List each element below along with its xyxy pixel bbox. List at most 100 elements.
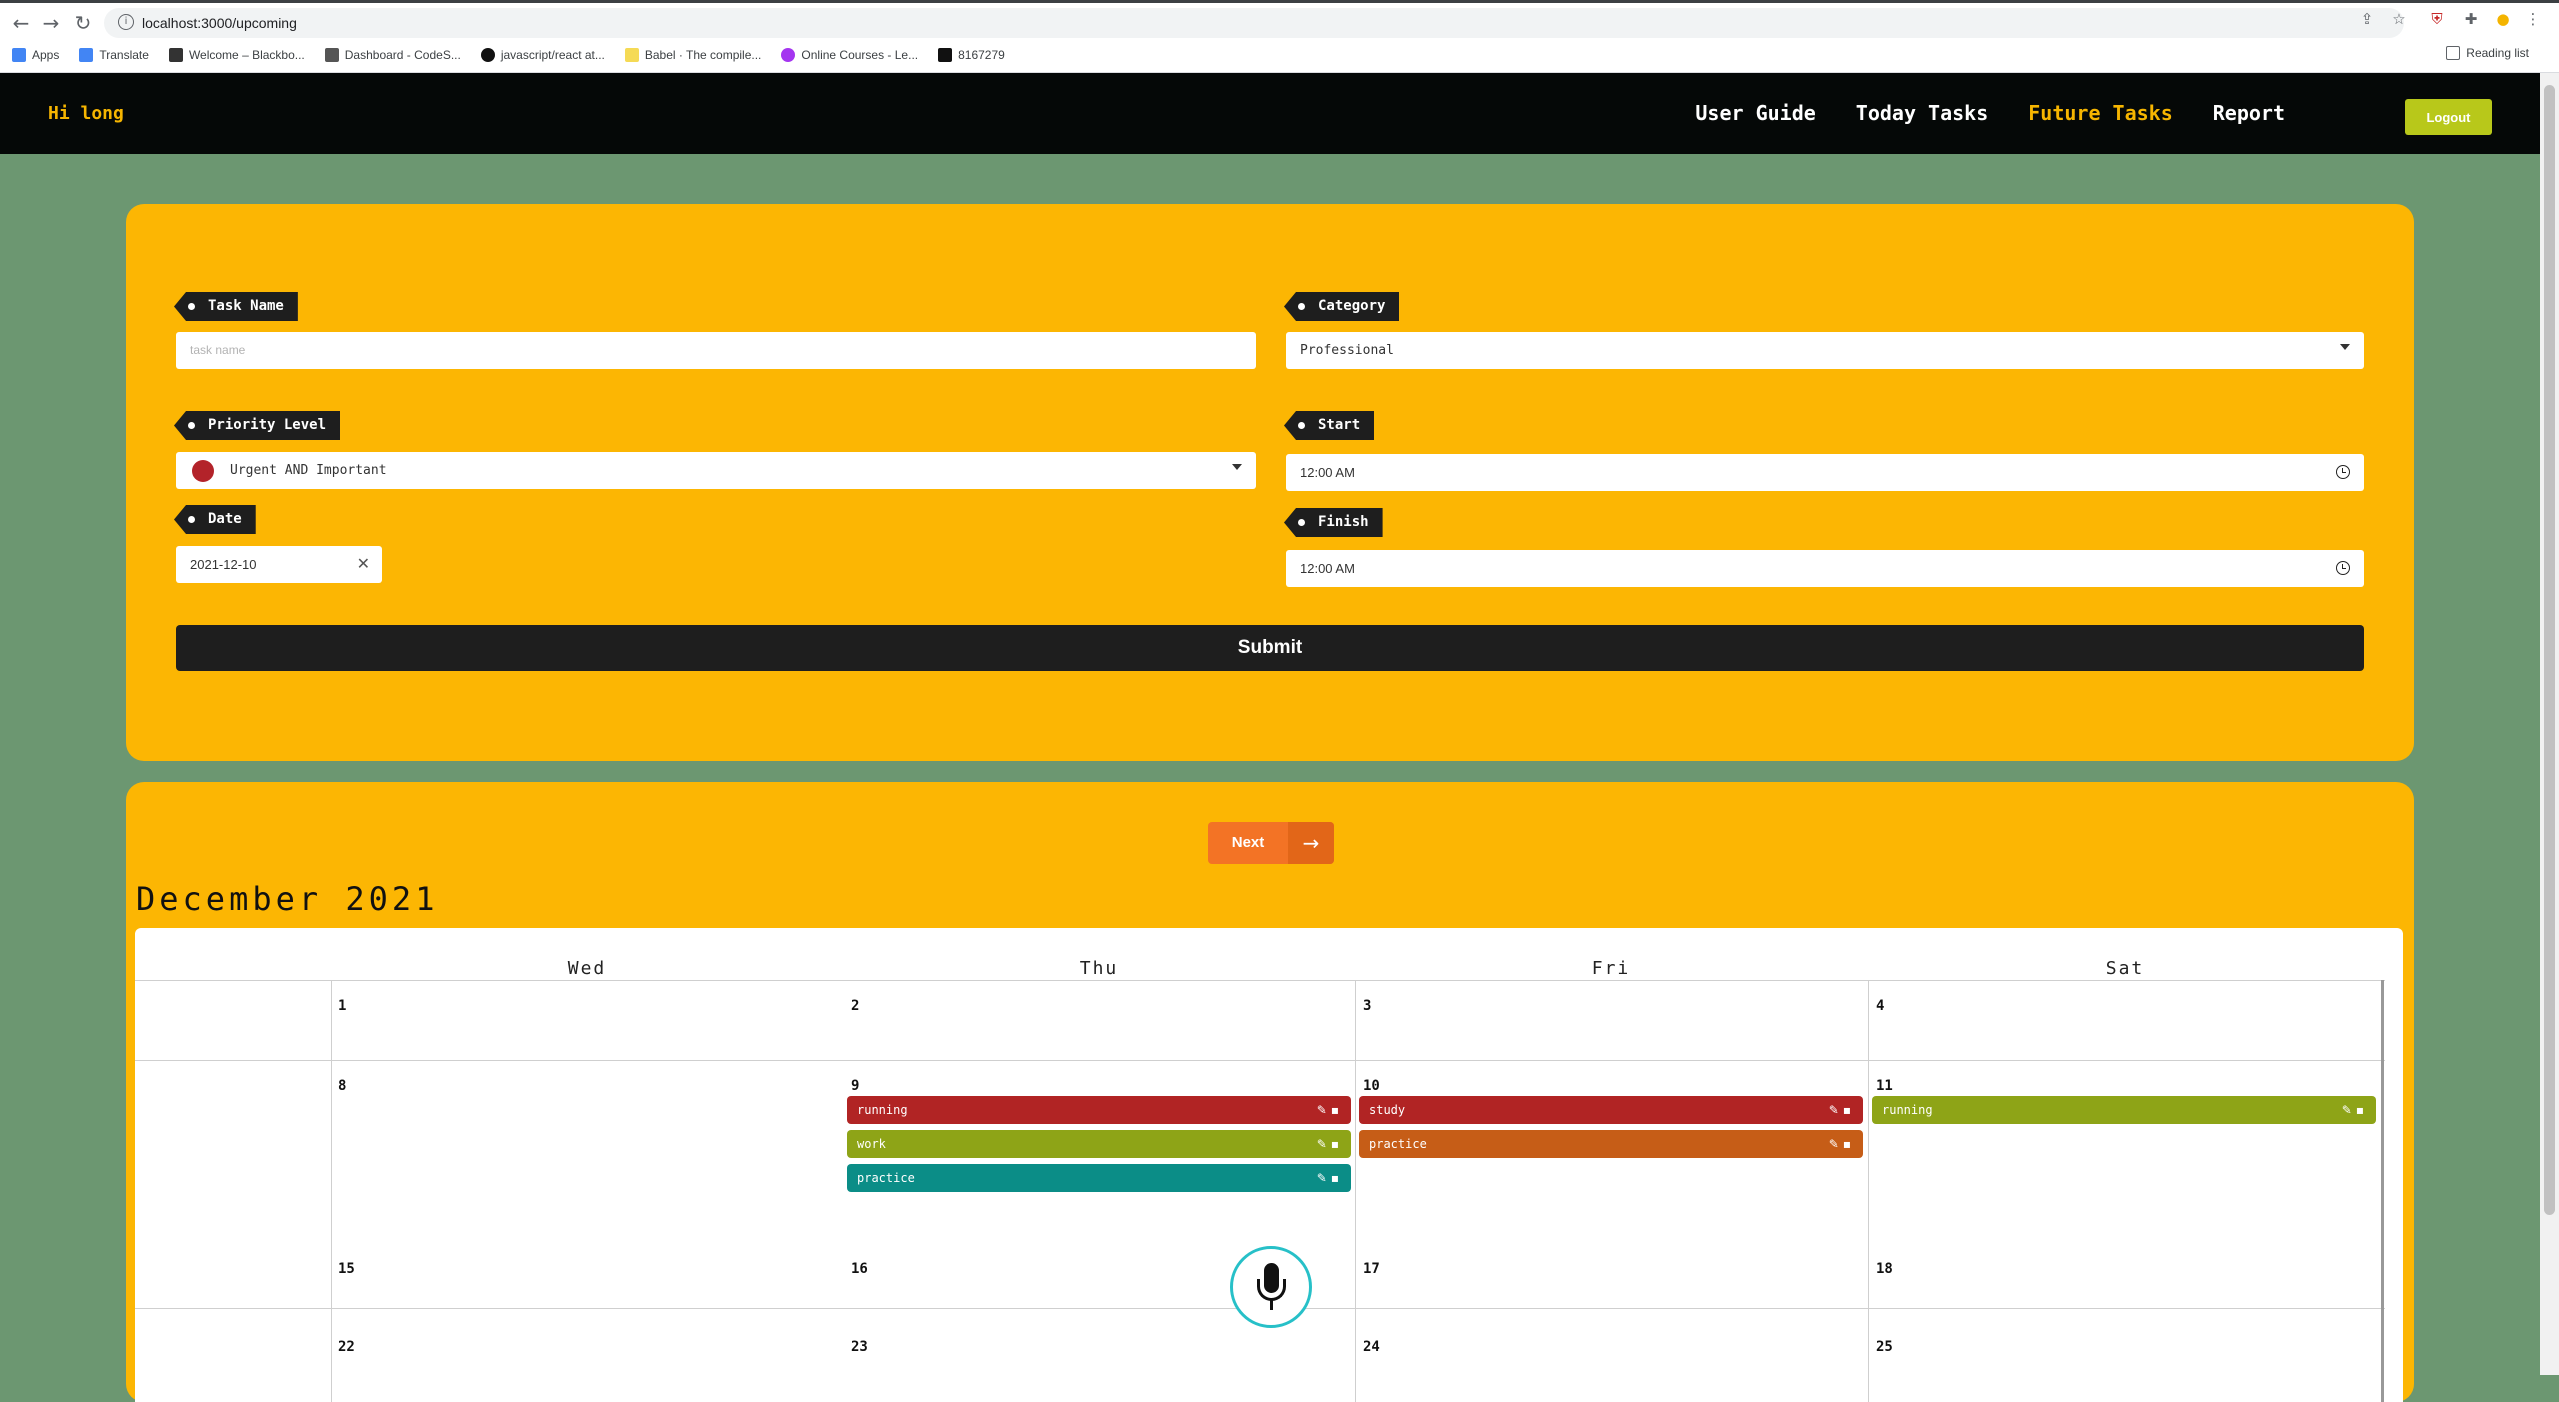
bookmark-blackboard[interactable]: Welcome – Blackbo... (168, 48, 305, 62)
day-number[interactable]: 22 (338, 1339, 355, 1355)
bookmark-udemy[interactable]: Online Courses - Le... (781, 48, 918, 62)
nav-report[interactable]: Report (2213, 101, 2285, 125)
back-icon[interactable]: ← (8, 10, 34, 36)
day-number[interactable]: 18 (1876, 1261, 1893, 1277)
submit-button[interactable]: Submit (176, 625, 2364, 671)
scrollbar-thumb[interactable] (2544, 85, 2555, 1215)
category-value: Professional (1300, 343, 1394, 358)
browser-toolbar: ← → ↻ i localhost:3000/upcoming ⇪ ☆ ⛨ ✚ … (0, 0, 2559, 73)
start-label: Start (1284, 411, 1375, 440)
day-number[interactable]: 8 (338, 1078, 346, 1094)
task-name-placeholder: task name (190, 343, 246, 357)
pencil-icon[interactable]: ✎ (1317, 1137, 1331, 1151)
pencil-icon[interactable]: ✎ (1317, 1171, 1331, 1185)
day-number[interactable]: 3 (1363, 998, 1371, 1014)
grid-line (331, 980, 332, 1402)
day-number[interactable]: 17 (1363, 1261, 1380, 1277)
day-number[interactable]: 10 (1363, 1078, 1380, 1094)
extension-shield-icon[interactable]: ⛨ (2426, 8, 2448, 30)
day-number[interactable]: 15 (338, 1261, 355, 1277)
site-info-icon[interactable]: i (118, 14, 134, 30)
trash-icon[interactable]: ▪ (1843, 1137, 1855, 1151)
day-number[interactable]: 25 (1876, 1339, 1893, 1355)
profile-extension-icon[interactable]: ● (2492, 8, 2514, 30)
day-number[interactable]: 4 (1876, 998, 1884, 1014)
grid-line (135, 1060, 2385, 1061)
day-number[interactable]: 24 (1363, 1339, 1380, 1355)
weekday-header: Fri (1591, 958, 1631, 979)
nav-user-guide[interactable]: User Guide (1695, 101, 1815, 125)
pencil-icon[interactable]: ✎ (1829, 1137, 1843, 1151)
grid-line (135, 980, 2385, 981)
pencil-icon[interactable]: ✎ (1317, 1103, 1331, 1117)
microphone-button[interactable] (1230, 1246, 1312, 1328)
page-scrollbar[interactable] (2540, 73, 2559, 1375)
share-icon[interactable]: ⇪ (2356, 8, 2378, 30)
bookmark-translate[interactable]: Translate (79, 48, 149, 62)
nav-today-tasks[interactable]: Today Tasks (1856, 101, 1988, 125)
grid-line (1355, 980, 1356, 1402)
grid-line (1868, 980, 1869, 1402)
trash-icon[interactable]: ▪ (1843, 1103, 1855, 1117)
bookmark-label: Online Courses - Le... (801, 48, 919, 62)
event-label: work (857, 1137, 886, 1151)
nav-future-tasks[interactable]: Future Tasks (2028, 101, 2173, 125)
bookmark-label: Babel · The compile... (644, 48, 762, 62)
trash-icon[interactable]: ▪ (1331, 1137, 1343, 1151)
blackboard-icon (938, 48, 953, 62)
next-button[interactable]: Next → (1208, 822, 1334, 864)
bookmark-apps[interactable]: Apps (12, 48, 59, 62)
trash-icon[interactable]: ▪ (1331, 1103, 1343, 1117)
event-item[interactable]: practice ✎▪ (847, 1164, 1351, 1192)
tab-strip (0, 0, 2559, 3)
browser-menu-icon[interactable]: ⋮ (2522, 8, 2544, 30)
trash-icon[interactable]: ▪ (2356, 1103, 2368, 1117)
bookmark-label: javascript/react at... (500, 48, 605, 62)
babel-icon (624, 48, 639, 62)
bookmark-star-icon[interactable]: ☆ (2388, 8, 2410, 30)
category-label: Category (1284, 292, 1400, 321)
app-navbar: Hi long User Guide Today Tasks Future Ta… (0, 73, 2540, 154)
day-number[interactable]: 11 (1876, 1078, 1893, 1094)
day-number[interactable]: 2 (851, 998, 859, 1014)
address-bar[interactable]: i localhost:3000/upcoming (104, 8, 2404, 38)
clock-icon[interactable] (2336, 465, 2350, 479)
day-number[interactable]: 23 (851, 1339, 868, 1355)
bookmark-label: 8167279 (958, 48, 1005, 62)
event-item[interactable]: practice ✎▪ (1359, 1130, 1863, 1158)
bookmark-8167279[interactable]: 8167279 (938, 48, 1005, 62)
reload-icon[interactable]: ↻ (70, 10, 96, 36)
event-item[interactable]: study ✎▪ (1359, 1096, 1863, 1124)
event-label: study (1369, 1103, 1406, 1117)
event-item[interactable]: work ✎▪ (847, 1130, 1351, 1158)
extensions-puzzle-icon[interactable]: ✚ (2460, 8, 2482, 30)
day-number[interactable]: 16 (851, 1261, 868, 1277)
date-input[interactable]: 2021-12-10 ✕ (176, 546, 382, 583)
reading-list[interactable]: Reading list (2446, 46, 2529, 60)
bookmark-codesignal[interactable]: Dashboard - CodeS... (324, 48, 461, 62)
clock-icon[interactable] (2336, 561, 2350, 575)
pencil-icon[interactable]: ✎ (2342, 1103, 2356, 1117)
forward-icon[interactable]: → (38, 10, 64, 36)
bookmark-babel[interactable]: Babel · The compile... (624, 48, 762, 62)
task-name-input[interactable]: task name (176, 332, 1256, 369)
chevron-down-icon (1232, 464, 1242, 470)
clear-date-icon[interactable]: ✕ (357, 554, 370, 573)
priority-select[interactable]: Urgent AND Important (176, 452, 1256, 489)
logout-button[interactable]: Logout (2405, 99, 2492, 135)
event-item[interactable]: running ✎▪ (847, 1096, 1351, 1124)
calendar-grid: Wed Thu Fri Sat 1 2 3 4 8 9 10 11 runnin… (135, 928, 2403, 1402)
category-select[interactable]: Professional (1286, 332, 2364, 369)
event-item[interactable]: running ✎▪ (1872, 1096, 2376, 1124)
finish-label: Finish (1284, 508, 1383, 537)
translate-icon (79, 48, 94, 62)
start-time-input[interactable]: 12:00 AM (1286, 454, 2364, 491)
pencil-icon[interactable]: ✎ (1829, 1103, 1843, 1117)
day-number[interactable]: 1 (338, 998, 346, 1014)
nav-links: User Guide Today Tasks Future Tasks Repo… (1695, 101, 2285, 125)
day-number[interactable]: 9 (851, 1078, 859, 1094)
apps-grid-icon (12, 48, 26, 62)
bookmark-github[interactable]: javascript/react at... (480, 48, 605, 62)
finish-time-input[interactable]: 12:00 AM (1286, 550, 2364, 587)
trash-icon[interactable]: ▪ (1331, 1171, 1343, 1185)
